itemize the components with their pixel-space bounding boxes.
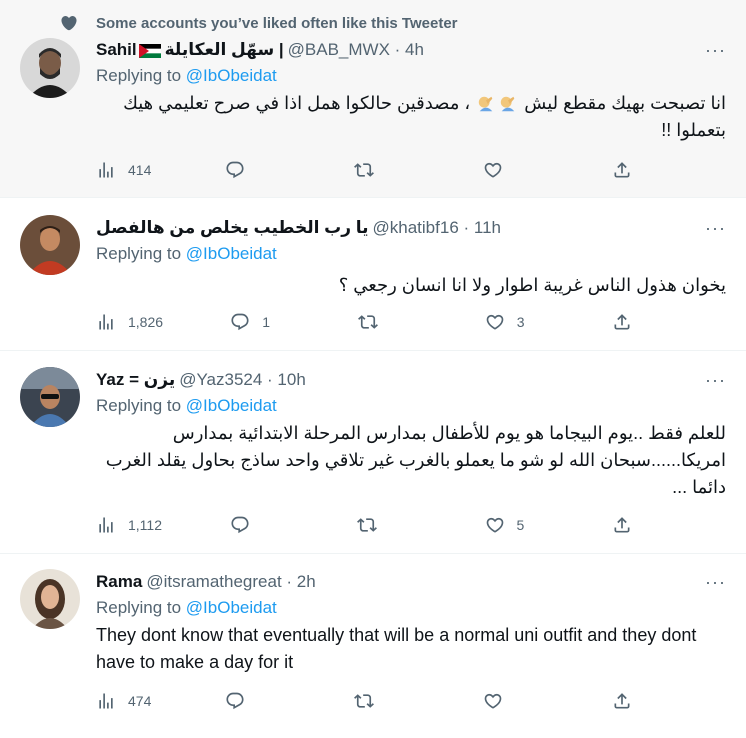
views-button[interactable]: 1,826 — [96, 312, 163, 332]
replying-to: Replying to @IbObeidat — [96, 396, 277, 415]
share-button[interactable] — [612, 312, 632, 332]
tweet-4[interactable]: Rama @itsramathegreat · 2h Replying to @… — [0, 554, 746, 738]
like-button[interactable]: 3 — [485, 312, 545, 332]
mention-link[interactable]: @IbObeidat — [186, 396, 277, 415]
reply-button[interactable]: 1 — [230, 312, 290, 332]
retweet-icon — [354, 160, 374, 180]
more-icon[interactable]: ··· — [705, 218, 726, 239]
like-icon — [483, 691, 503, 711]
retweet-icon — [354, 691, 374, 711]
display-name[interactable]: Sahil سهّل العكايلة | — [96, 40, 284, 60]
social-context: Some accounts you’ve liked often like th… — [60, 14, 458, 32]
handle-time: @BAB_MWX · 4h — [287, 40, 424, 59]
reply-button[interactable] — [225, 160, 285, 180]
heart-icon — [61, 16, 77, 31]
reply-button[interactable] — [225, 691, 285, 711]
handle-time: @itsramathegreat · 2h — [146, 572, 316, 591]
reply-icon — [225, 691, 245, 711]
mention-link[interactable]: @IbObeidat — [186, 66, 277, 85]
handle-time: @khatibf16 · 11h — [372, 218, 501, 237]
mention-link[interactable]: @IbObeidat — [186, 598, 277, 617]
tweet-2[interactable]: يا رب الخطيب يخلص من هالفصل @khatibf16 ·… — [0, 198, 746, 351]
tweet-header: Rama @itsramathegreat · 2h — [96, 572, 726, 592]
retweet-button[interactable] — [354, 691, 414, 711]
retweet-icon — [358, 312, 378, 332]
like-button[interactable]: 5 — [485, 515, 545, 535]
display-name[interactable]: يا رب الخطيب يخلص من هالفصل — [96, 218, 369, 238]
share-icon — [612, 312, 632, 332]
more-icon[interactable]: ··· — [705, 370, 726, 391]
face-palm-emoji-icon — [479, 97, 493, 112]
retweet-button[interactable] — [357, 515, 417, 535]
replying-to: Replying to @IbObeidat — [96, 598, 277, 617]
like-icon — [485, 515, 505, 535]
like-icon — [483, 160, 503, 180]
tweet-text: انا تصبحت بهيك مقطع ليش ، مصدقين حالكوا … — [123, 93, 726, 140]
share-button[interactable] — [612, 515, 632, 535]
reply-icon — [225, 160, 245, 180]
mention-link[interactable]: @IbObeidat — [186, 244, 277, 263]
tweet-header: يا رب الخطيب يخلص من هالفصل @khatibf16 ·… — [96, 218, 726, 238]
like-icon — [485, 312, 505, 332]
tweet-actions: 474 — [96, 691, 632, 711]
replying-to: Replying to @IbObeidat — [96, 244, 277, 263]
tweet-text: يخوان هذول الناس غريبة اطوار ولا انا انس… — [338, 275, 726, 295]
tweet-text: They dont know that eventually that will… — [96, 625, 697, 672]
more-icon[interactable]: ··· — [705, 572, 726, 593]
avatar[interactable] — [20, 367, 80, 427]
more-icon[interactable]: ··· — [705, 40, 726, 61]
share-button[interactable] — [612, 160, 632, 180]
reply-icon — [230, 515, 250, 535]
views-button[interactable]: 474 — [96, 691, 156, 711]
views-icon — [96, 515, 116, 535]
views-icon — [96, 160, 116, 180]
jordan-flag-icon — [138, 43, 161, 58]
reply-icon — [230, 312, 250, 332]
handle-time: @Yaz3524 · 10h — [179, 370, 306, 389]
avatar[interactable] — [20, 215, 80, 275]
tweet-actions: 414 — [96, 160, 632, 180]
share-icon — [612, 691, 632, 711]
avatar[interactable] — [20, 569, 80, 629]
share-icon — [612, 160, 632, 180]
display-name[interactable]: Yaz = يزن — [96, 370, 175, 390]
replying-to: Replying to @IbObeidat — [96, 66, 277, 85]
views-icon — [96, 691, 116, 711]
face-palm-emoji-icon — [501, 97, 515, 112]
social-context-text: Some accounts you’ve liked often like th… — [96, 14, 458, 32]
share-button[interactable] — [612, 691, 632, 711]
tweet-header: Sahil سهّل العكايلة | @BAB_MWX · 4h — [96, 40, 726, 60]
views-button[interactable]: 1,112 — [96, 515, 162, 535]
display-name[interactable]: Rama — [96, 572, 142, 592]
tweet-3[interactable]: Yaz = يزن @Yaz3524 · 10h Replying to @Ib… — [0, 351, 746, 554]
views-button[interactable]: 414 — [96, 160, 156, 180]
avatar[interactable] — [20, 38, 80, 98]
retweet-icon — [357, 515, 377, 535]
reply-button[interactable] — [230, 515, 290, 535]
retweet-button[interactable] — [358, 312, 418, 332]
tweet-actions: 1,112 5 — [96, 515, 632, 535]
tweet-text: للعلم فقط ..يوم البيجاما هو يوم للأطفال … — [105, 423, 726, 497]
share-icon — [612, 515, 632, 535]
like-button[interactable] — [483, 160, 543, 180]
like-button[interactable] — [483, 691, 543, 711]
tweet-1[interactable]: Some accounts you’ve liked often like th… — [0, 0, 746, 198]
tweet-header: Yaz = يزن @Yaz3524 · 10h — [96, 370, 726, 390]
retweet-button[interactable] — [354, 160, 414, 180]
views-icon — [96, 312, 116, 332]
tweet-actions: 1,826 1 3 — [96, 312, 632, 332]
